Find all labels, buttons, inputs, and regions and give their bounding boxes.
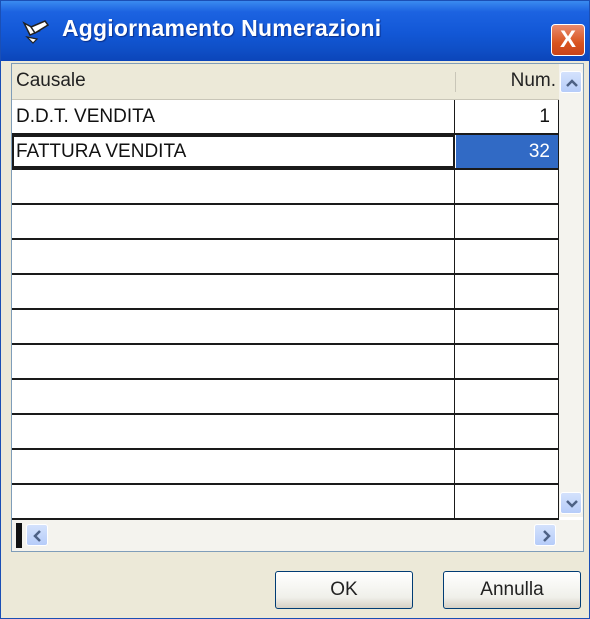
column-separator[interactable] — [455, 72, 456, 92]
cell-num[interactable] — [456, 485, 559, 518]
grid-header: Causale Num. — [12, 64, 559, 100]
pencil-arrow-icon — [21, 17, 51, 45]
scroll-right-button[interactable] — [534, 524, 556, 546]
cell-num[interactable] — [456, 170, 559, 203]
cell-causale[interactable] — [12, 310, 455, 343]
cell-causale[interactable] — [12, 205, 455, 238]
table-row[interactable] — [12, 450, 559, 485]
cell-causale[interactable] — [12, 415, 455, 448]
cell-num[interactable] — [456, 205, 559, 238]
scroll-up-button[interactable] — [560, 71, 582, 93]
table-row[interactable] — [12, 205, 559, 240]
cell-num[interactable]: 32 — [456, 135, 559, 168]
table-row[interactable] — [12, 485, 559, 520]
scroll-left-button[interactable] — [26, 524, 48, 546]
cell-causale[interactable] — [12, 170, 455, 203]
chevron-down-icon — [566, 500, 578, 508]
cell-causale[interactable] — [12, 240, 455, 273]
numerazioni-grid[interactable]: Causale Num. D.D.T. VENDITA 1 FATTURA VEND… — [11, 63, 584, 552]
ok-button[interactable]: OK — [275, 571, 413, 609]
close-icon: X — [559, 26, 576, 53]
chevron-right-icon — [543, 530, 551, 542]
cell-causale[interactable] — [12, 345, 455, 378]
column-header-causale[interactable]: Causale — [16, 70, 86, 92]
cell-num[interactable] — [456, 275, 559, 308]
cell-num[interactable] — [456, 240, 559, 273]
grid-body: D.D.T. VENDITA 1 FATTURA VENDITA 32 — [12, 100, 559, 520]
cell-num[interactable] — [456, 310, 559, 343]
chevron-up-icon — [566, 79, 578, 87]
cell-causale[interactable] — [12, 275, 455, 308]
table-row[interactable] — [12, 170, 559, 205]
vertical-scrollbar[interactable] — [559, 64, 583, 517]
cell-causale[interactable]: D.D.T. VENDITA — [12, 100, 455, 133]
cell-num[interactable] — [456, 415, 559, 448]
dialog-title: Aggiornamento Numerazioni — [62, 15, 382, 41]
chevron-left-icon — [33, 530, 41, 542]
cell-causale[interactable]: FATTURA VENDITA — [12, 135, 455, 168]
table-row[interactable] — [12, 310, 559, 345]
table-row[interactable]: FATTURA VENDITA 32 — [12, 135, 559, 170]
table-row[interactable] — [12, 240, 559, 275]
table-row[interactable] — [12, 345, 559, 380]
cell-causale[interactable] — [12, 485, 455, 518]
column-header-num[interactable]: Num. — [511, 70, 556, 92]
horizontal-scrollbar[interactable] — [12, 520, 583, 551]
close-button[interactable]: X — [551, 24, 585, 56]
cell-num[interactable]: 1 — [456, 100, 559, 133]
scroll-thumb[interactable] — [16, 523, 22, 548]
cell-causale[interactable] — [12, 450, 455, 483]
title-bar[interactable]: Aggiornamento Numerazioni X — [1, 1, 589, 61]
cell-num[interactable] — [456, 380, 559, 413]
table-row[interactable]: D.D.T. VENDITA 1 — [12, 100, 559, 135]
table-row[interactable] — [12, 275, 559, 310]
cancel-button[interactable]: Annulla — [443, 571, 581, 609]
table-row[interactable] — [12, 415, 559, 450]
cell-num[interactable] — [456, 345, 559, 378]
table-row[interactable] — [12, 380, 559, 415]
cell-causale[interactable] — [12, 380, 455, 413]
cell-num[interactable] — [456, 450, 559, 483]
scroll-down-button[interactable] — [560, 492, 582, 514]
dialog-window: Aggiornamento Numerazioni X Causale Num.… — [0, 0, 590, 619]
